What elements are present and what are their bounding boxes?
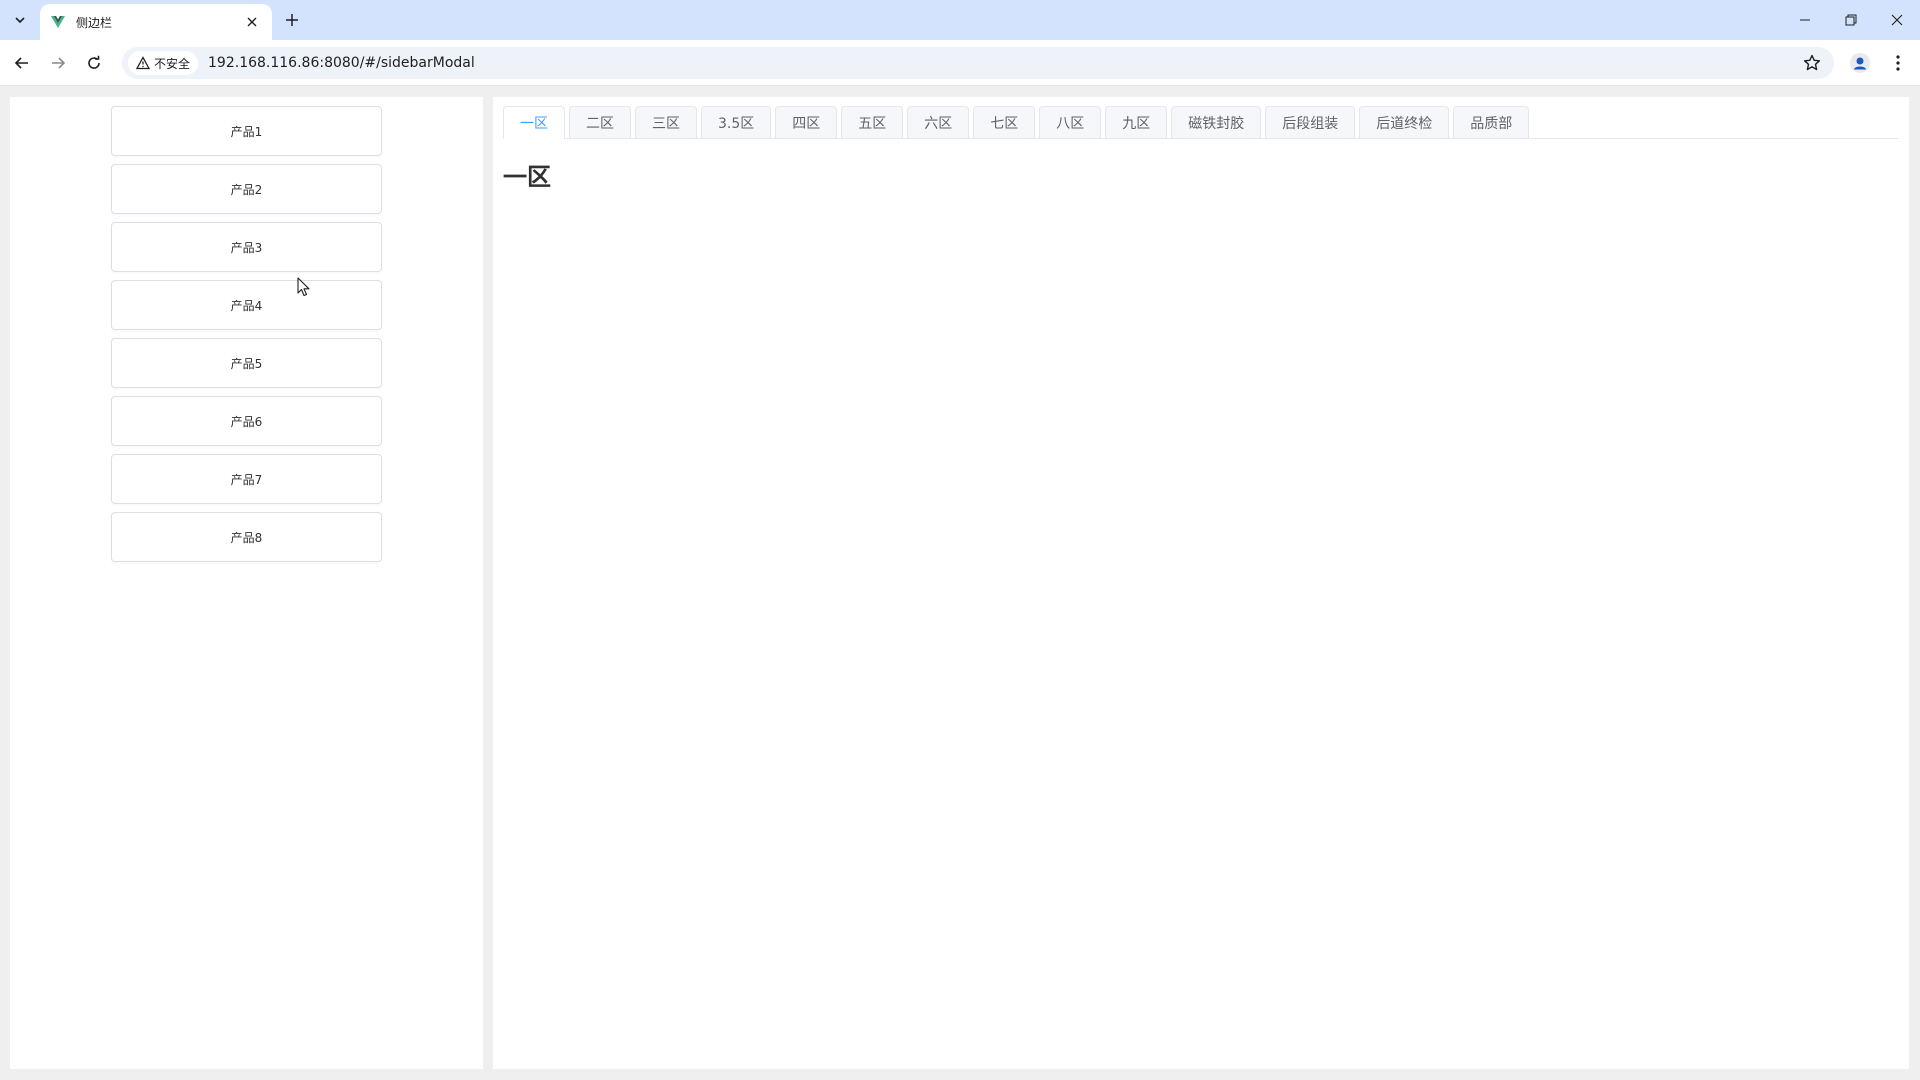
zone-tab-12[interactable]: 后道终检 <box>1359 106 1450 138</box>
product-button-2[interactable]: 产品2 <box>111 164 382 214</box>
zone-tabs: 一区 二区 三区 3.5区 四区 五区 六区 七区 八区 九区 磁铁封胶 后段组装 后道终检 品质部 <box>503 106 1899 139</box>
back-arrow-icon[interactable] <box>8 49 36 77</box>
restore-icon[interactable] <box>1828 0 1874 40</box>
url-text[interactable]: 192.168.116.86:8080/#/sidebarModal <box>208 55 475 71</box>
product-button-6[interactable]: 产品6 <box>111 396 382 446</box>
product-button-7[interactable]: 产品7 <box>111 454 382 504</box>
reload-icon[interactable] <box>80 49 108 77</box>
minimize-icon[interactable] <box>1782 0 1828 40</box>
zone-tab-3[interactable]: 3.5区 <box>701 106 772 138</box>
zone-tab-10[interactable]: 磁铁封胶 <box>1171 106 1262 138</box>
page-viewport: 产品1 产品2 产品3 产品4 产品5 产品6 产品7 产品8 一区 二区 三区 3.5区 四区 五区六… <box>0 87 1920 1080</box>
product-button-3[interactable]: 产品3 <box>111 222 382 272</box>
product-button-1[interactable]: 产品1 <box>111 106 382 156</box>
vue-logo-icon <box>51 16 65 28</box>
tab-search-chevron-icon[interactable] <box>8 8 32 32</box>
bookmark-star-icon[interactable] <box>1800 51 1824 75</box>
content-title: 一区 <box>503 163 551 191</box>
new-tab-plus-icon[interactable] <box>280 8 304 32</box>
close-window-icon[interactable] <box>1874 0 1920 40</box>
tab-close-icon[interactable] <box>242 12 262 32</box>
zone-tab-13[interactable]: 品质部 <box>1453 106 1530 138</box>
zone-tab-9[interactable]: 九区 <box>1105 106 1168 138</box>
kebab-menu-icon[interactable] <box>1884 49 1912 77</box>
zone-tab-2[interactable]: 三区 <box>635 106 697 138</box>
browser-toolbar: 不安全 192.168.116.86:8080/#/sidebarModal <box>0 40 1920 86</box>
address-bar[interactable]: 不安全 192.168.116.86:8080/#/sidebarModal <box>122 47 1834 79</box>
zone-tab-5[interactable]: 五区 <box>841 106 904 138</box>
zone-tab-0[interactable]: 一区 <box>503 106 565 139</box>
zone-tab-8[interactable]: 八区 <box>1039 106 1102 138</box>
browser-tab-active[interactable]: 侧边栏 <box>40 4 272 40</box>
zone-tab-4[interactable]: 四区 <box>775 106 838 138</box>
forward-arrow-icon[interactable] <box>44 49 72 77</box>
zone-tab-1[interactable]: 二区 <box>569 106 631 138</box>
security-indicator[interactable]: 不安全 <box>128 51 199 75</box>
zone-tab-7[interactable]: 七区 <box>973 106 1036 138</box>
browser-tab-strip: 侧边栏 <box>0 0 1920 40</box>
sidebar: 产品1 产品2 产品3 产品4 产品5 产品6 产品7 产品8 <box>10 97 483 1069</box>
product-button-5[interactable]: 产品5 <box>111 338 382 388</box>
profile-avatar-icon[interactable] <box>1846 49 1874 77</box>
main-panel: 一区 二区 三区 3.5区 四区 五区 六区 七区 八区 九区 磁铁封胶 后段组装 后道终检 品质部 一区 <box>493 97 1909 1069</box>
product-button-8[interactable]: 产品8 <box>111 512 382 562</box>
warning-triangle-icon <box>136 56 150 70</box>
mouse-cursor-icon <box>297 277 310 297</box>
zone-tab-6[interactable]: 六区 <box>907 106 970 138</box>
product-button-4[interactable]: 产品4 <box>111 280 382 330</box>
browser-tab-title: 侧边栏 <box>76 15 113 30</box>
zone-tab-11[interactable]: 后段组装 <box>1265 106 1356 138</box>
security-label: 不安全 <box>154 56 191 71</box>
